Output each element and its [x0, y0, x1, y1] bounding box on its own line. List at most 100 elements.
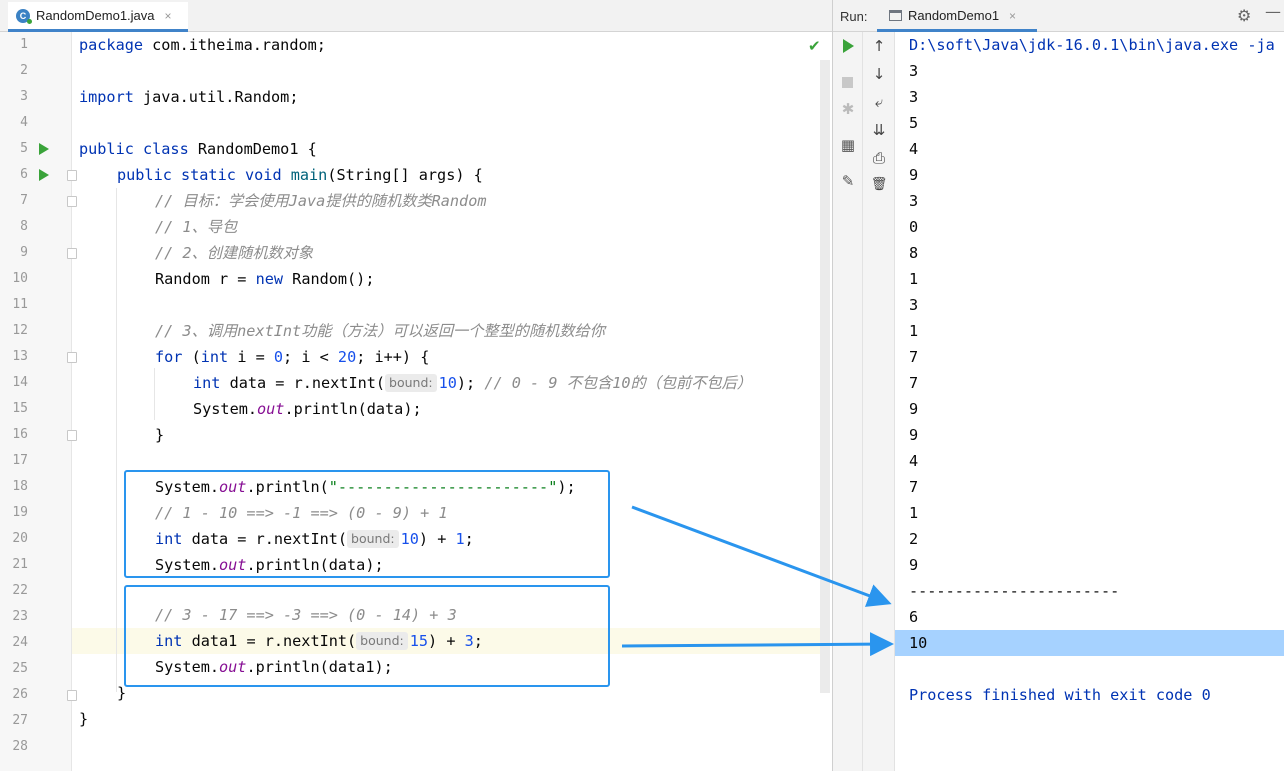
line-number: 3 [20, 89, 28, 104]
line-number: 24 [12, 635, 28, 650]
code-line-5[interactable]: public class RandomDemo1 { [79, 136, 317, 162]
console-output-line[interactable]: 7 [895, 370, 1284, 396]
gear-icon[interactable]: ⚙ [1237, 6, 1251, 25]
console-separator-line[interactable]: ----------------------- [895, 578, 1284, 604]
console-output-line[interactable]: 7 [895, 474, 1284, 500]
code-line-3[interactable]: import java.util.Random; [79, 84, 298, 110]
gutter-row: 9 [0, 240, 77, 266]
fold-icon[interactable] [67, 170, 77, 181]
console-output-line[interactable]: 1 [895, 500, 1284, 526]
line-number: 18 [12, 479, 28, 494]
line-number: 16 [12, 427, 28, 442]
annotation-box-2 [124, 585, 610, 687]
console-output-line[interactable]: 4 [895, 448, 1284, 474]
rerun-icon[interactable] [843, 39, 854, 53]
code-line-15[interactable]: System.out.println(data); [193, 396, 422, 422]
fold-icon[interactable] [67, 196, 77, 207]
code-line-14[interactable]: int data = r.nextInt(bound: 10); // 0 - 9… [193, 370, 752, 396]
close-icon[interactable]: × [165, 9, 172, 23]
code-line-8[interactable]: // 1、导包 [155, 214, 237, 240]
console-output-line[interactable]: 7 [895, 344, 1284, 370]
console-output-line[interactable]: 3 [895, 292, 1284, 318]
soft-wrap-icon[interactable]: ⤶ [868, 93, 890, 111]
line-number: 25 [12, 661, 28, 676]
code-line-1[interactable]: package com.itheima.random; [79, 32, 326, 58]
console-output-line[interactable]: 5 [895, 110, 1284, 136]
fold-icon[interactable] [67, 248, 77, 259]
code-line-16[interactable]: } [155, 422, 164, 448]
run-label: Run: [840, 9, 868, 24]
run-config-tab[interactable]: RandomDemo1 × [877, 2, 1037, 32]
run-tab-label: RandomDemo1 [908, 8, 1000, 23]
code-line-12[interactable]: // 3、调用nextInt功能（方法）可以返回一个整型的随机数给你 [155, 318, 605, 344]
stop-icon[interactable] [842, 77, 853, 88]
code-line-27[interactable]: } [79, 706, 88, 732]
console-output-line[interactable]: 3 [895, 58, 1284, 84]
console-output-line[interactable]: 1 [895, 318, 1284, 344]
fold-icon[interactable] [67, 430, 77, 441]
gutter-row: 17 [0, 448, 72, 474]
line-number: 11 [12, 297, 28, 312]
console-output-line[interactable]: 9 [895, 422, 1284, 448]
scroll-down-icon[interactable]: ↓ [868, 65, 890, 83]
editor-file-tab[interactable]: C RandomDemo1.java × [8, 2, 188, 32]
fold-icon[interactable] [67, 352, 77, 363]
console-output-line[interactable]: 3 [895, 84, 1284, 110]
code-line-10[interactable]: Random r = new Random(); [155, 266, 374, 292]
scroll-to-end-icon[interactable]: ⇊ [868, 121, 890, 139]
minimize-icon[interactable]: — [1265, 2, 1281, 21]
console-output-line[interactable]: 9 [895, 396, 1284, 422]
indent-guide [154, 368, 155, 420]
console-output-line[interactable]: 4 [895, 136, 1284, 162]
code-line-13[interactable]: for (int i = 0; i < 20; i++) { [155, 344, 429, 370]
gutter-row: 15 [0, 396, 72, 422]
code-line-9[interactable]: // 2、创建随机数对象 [155, 240, 313, 266]
no-problems-check-icon[interactable]: ✔ [808, 37, 821, 55]
run-gutter-icon[interactable] [39, 169, 49, 181]
layout-icon[interactable]: ▦ [837, 136, 859, 154]
java-class-icon: C [16, 8, 32, 24]
console-output-line[interactable]: 2 [895, 526, 1284, 552]
console-output-line[interactable]: 1 [895, 266, 1284, 292]
gutter-row: 8 [0, 214, 72, 240]
line-number: 23 [12, 609, 28, 624]
scroll-up-icon[interactable]: ↑ [868, 37, 890, 55]
console-output-line[interactable]: 0 [895, 214, 1284, 240]
code-editor[interactable]: C RandomDemo1.java × 1 2 3 4 5 6 7 8 9 10 11 12 13 14… [0, 0, 832, 771]
close-icon[interactable]: × [1009, 9, 1016, 23]
console-output-line[interactable]: 6 [895, 604, 1284, 630]
console-icon [889, 10, 902, 21]
fold-icon[interactable] [67, 690, 77, 701]
code-line-7[interactable]: // 目标：学会使用Java提供的随机数类Random [155, 188, 487, 214]
console-output-line-selected[interactable]: 10 [895, 630, 1284, 656]
console-output-line[interactable]: 3 [895, 188, 1284, 214]
line-number: 14 [12, 375, 28, 390]
pin-icon[interactable]: ✎ [837, 172, 859, 190]
gutter-row: 25 [0, 656, 72, 682]
line-number: 20 [12, 531, 28, 546]
trash-icon[interactable]: 🗑 [868, 177, 890, 192]
gutter-row: 1 [0, 32, 72, 58]
code-line-6[interactable]: public static void main(String[] args) { [117, 162, 483, 188]
line-number: 21 [12, 557, 28, 572]
run-toolbar-secondary: ↑ ↓ ⤶ ⇊ ⎙ 🗑 [863, 32, 895, 771]
debug-icon[interactable]: ✱ [837, 100, 859, 118]
console-output[interactable]: D:\soft\Java\jdk-16.0.1\bin\java.exe -ja… [895, 32, 1284, 771]
run-tool-window[interactable]: Run: RandomDemo1 × ⚙ — ✱ ▦ ✎ ↑ ↓ ⤶ ⇊ ⎙ 🗑… [832, 0, 1284, 771]
console-command-line[interactable]: D:\soft\Java\jdk-16.0.1\bin\java.exe -ja [895, 32, 1284, 58]
gutter-row: 16 [0, 422, 77, 448]
gutter-row: 4 [0, 110, 72, 136]
print-icon[interactable]: ⎙ [868, 149, 890, 167]
line-number: 27 [12, 713, 28, 728]
console-finished-line[interactable]: Process finished with exit code 0 [895, 682, 1284, 708]
console-output-line[interactable]: 9 [895, 552, 1284, 578]
line-number: 7 [20, 193, 28, 208]
line-number: 19 [12, 505, 28, 520]
line-number: 26 [12, 687, 28, 702]
console-output-line[interactable]: 8 [895, 240, 1284, 266]
run-gutter-icon[interactable] [39, 143, 49, 155]
line-number: 13 [12, 349, 28, 364]
gutter-row: 12 [0, 318, 72, 344]
editor-scrollbar[interactable] [820, 60, 830, 693]
console-output-line[interactable]: 9 [895, 162, 1284, 188]
